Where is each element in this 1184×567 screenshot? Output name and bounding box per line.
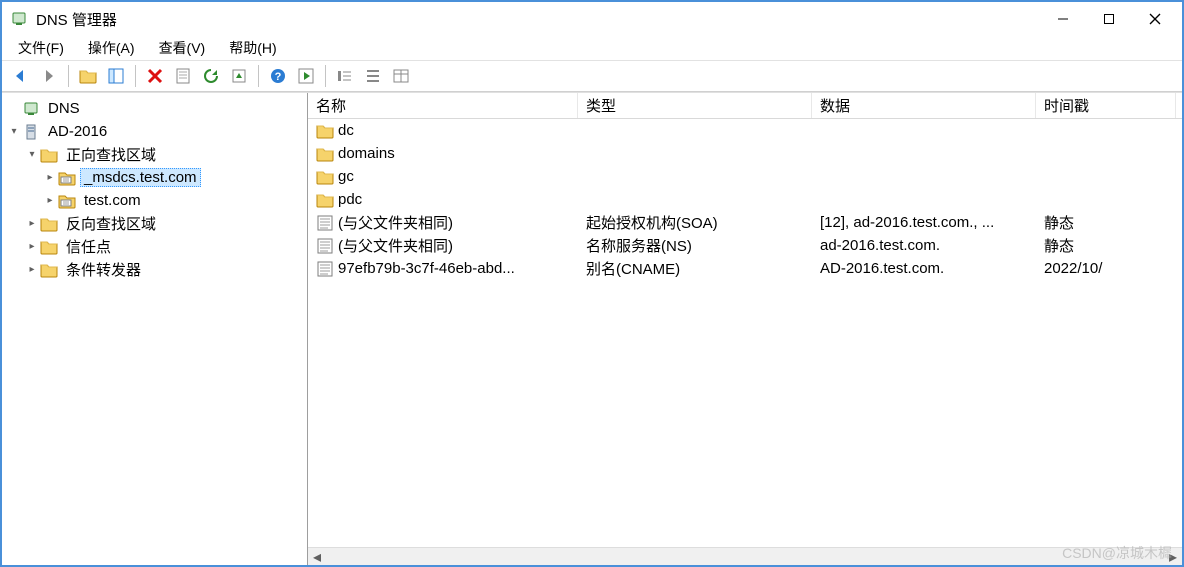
record-data: ad-2016.test.com.: [812, 237, 1036, 254]
record-data: AD-2016.test.com.: [812, 260, 1036, 277]
tree-node-msdcs[interactable]: ▸ _msdcs.test.com: [2, 166, 307, 189]
forward-button[interactable]: [36, 63, 62, 89]
tree-label: 信任点: [62, 235, 115, 258]
tree-label: 正向查找区域: [62, 143, 160, 166]
table-row[interactable]: pdc: [308, 188, 1182, 211]
window-title: DNS 管理器: [36, 9, 1040, 30]
menu-view[interactable]: 查看(V): [147, 36, 218, 60]
table-row[interactable]: 97efb79b-3c7f-46eb-abd... 别名(CNAME)AD-201…: [308, 257, 1182, 280]
view-list2-button[interactable]: [360, 63, 386, 89]
folder-icon: [40, 261, 58, 279]
chevron-right-icon[interactable]: ▸: [24, 216, 40, 232]
menubar: 文件(F) 操作(A) 查看(V) 帮助(H): [2, 36, 1182, 60]
record-icon: [316, 214, 334, 232]
record-ts: 静态: [1036, 212, 1176, 233]
column-header-ts[interactable]: 时间戳: [1036, 93, 1176, 118]
view-list3-button[interactable]: [388, 63, 414, 89]
record-name: 97efb79b-3c7f-46eb-abd...: [338, 260, 515, 277]
chevron-right-icon[interactable]: ▸: [24, 262, 40, 278]
tree-node-conditional-forwarders[interactable]: ▸ 条件转发器: [2, 258, 307, 281]
menu-file[interactable]: 文件(F): [6, 36, 76, 60]
record-data: [12], ad-2016.test.com., ...: [812, 214, 1036, 231]
record-ts: 2022/10/: [1036, 260, 1176, 277]
console-tree[interactable]: DNS ▾ AD-2016 ▾ 正向查找区域 ▸ _msdcs.test.com…: [2, 93, 308, 565]
column-header-type[interactable]: 类型: [578, 93, 812, 118]
close-button[interactable]: [1132, 3, 1178, 35]
table-row[interactable]: dc: [308, 119, 1182, 142]
tree-label: test.com: [80, 191, 145, 210]
folder-icon: [316, 191, 334, 209]
record-type: 别名(CNAME): [578, 258, 812, 279]
titlebar: DNS 管理器: [2, 2, 1182, 36]
app-icon: [10, 10, 28, 28]
maximize-button[interactable]: [1086, 3, 1132, 35]
tree-node-server[interactable]: ▾ AD-2016: [2, 120, 307, 143]
view-list1-button[interactable]: [332, 63, 358, 89]
tree-label: DNS: [44, 99, 84, 118]
tree-node-trust-points[interactable]: ▸ 信任点: [2, 235, 307, 258]
column-header-data[interactable]: 数据: [812, 93, 1036, 118]
table-row[interactable]: (与父文件夹相同) 起始授权机构(SOA)[12], ad-2016.test.c…: [308, 211, 1182, 234]
record-name: (与父文件夹相同): [338, 235, 453, 256]
tree-label: 反向查找区域: [62, 212, 160, 235]
help-button[interactable]: ?: [265, 63, 291, 89]
export-button[interactable]: [226, 63, 252, 89]
console-tree-button[interactable]: [103, 63, 129, 89]
chevron-right-icon[interactable]: ▸: [42, 193, 58, 209]
horizontal-scrollbar[interactable]: ◂ ▸: [308, 547, 1182, 565]
folder-icon: [316, 145, 334, 163]
delete-button[interactable]: [142, 63, 168, 89]
tree-label: _msdcs.test.com: [80, 168, 201, 187]
properties-button[interactable]: [170, 63, 196, 89]
folder-icon: [40, 238, 58, 256]
tree-label: 条件转发器: [62, 258, 145, 281]
table-row[interactable]: domains: [308, 142, 1182, 165]
svg-text:?: ?: [275, 71, 282, 83]
minimize-button[interactable]: [1040, 3, 1086, 35]
record-icon: [316, 260, 334, 278]
record-ts: 静态: [1036, 235, 1176, 256]
dns-icon: [22, 100, 40, 118]
tree-node-forward-zones[interactable]: ▾ 正向查找区域: [2, 143, 307, 166]
column-header-row: 名称 类型 数据 时间戳: [308, 93, 1182, 119]
toolbar: ?: [2, 60, 1182, 92]
record-name: pdc: [338, 191, 362, 208]
up-button[interactable]: [75, 63, 101, 89]
zone-icon: [58, 169, 76, 187]
tree-label: AD-2016: [44, 122, 111, 141]
record-type: 起始授权机构(SOA): [578, 212, 812, 233]
menu-help[interactable]: 帮助(H): [217, 36, 288, 60]
record-name: (与父文件夹相同): [338, 212, 453, 233]
chevron-down-icon[interactable]: ▾: [6, 124, 22, 140]
record-name: dc: [338, 122, 354, 139]
column-header-name[interactable]: 名称: [308, 93, 578, 118]
chevron-right-icon[interactable]: ▸: [24, 239, 40, 255]
table-row[interactable]: gc: [308, 165, 1182, 188]
run-button[interactable]: [293, 63, 319, 89]
back-button[interactable]: [8, 63, 34, 89]
record-name: domains: [338, 145, 395, 162]
record-type: 名称服务器(NS): [578, 235, 812, 256]
scroll-left-icon[interactable]: ◂: [308, 548, 326, 566]
tree-node-dns[interactable]: DNS: [2, 97, 307, 120]
record-name: gc: [338, 168, 354, 185]
chevron-right-icon[interactable]: ▸: [42, 170, 58, 186]
refresh-button[interactable]: [198, 63, 224, 89]
tree-node-testcom[interactable]: ▸ test.com: [2, 189, 307, 212]
folder-icon: [316, 122, 334, 140]
details-pane: 名称 类型 数据 时间戳 dc domains gc pdc (与父文件夹相同) 起始授权…: [308, 93, 1182, 565]
zone-icon: [58, 192, 76, 210]
table-row[interactable]: (与父文件夹相同) 名称服务器(NS)ad-2016.test.com.静态: [308, 234, 1182, 257]
folder-icon: [40, 215, 58, 233]
scroll-right-icon[interactable]: ▸: [1164, 548, 1182, 566]
record-icon: [316, 237, 334, 255]
menu-action[interactable]: 操作(A): [76, 36, 147, 60]
scroll-track[interactable]: [344, 549, 1146, 565]
folder-icon: [40, 146, 58, 164]
folder-icon: [316, 168, 334, 186]
tree-node-reverse-zones[interactable]: ▸ 反向查找区域: [2, 212, 307, 235]
chevron-down-icon[interactable]: ▾: [24, 147, 40, 163]
server-icon: [22, 123, 40, 141]
record-list[interactable]: dc domains gc pdc (与父文件夹相同) 起始授权机构(SOA)[12], …: [308, 119, 1182, 547]
